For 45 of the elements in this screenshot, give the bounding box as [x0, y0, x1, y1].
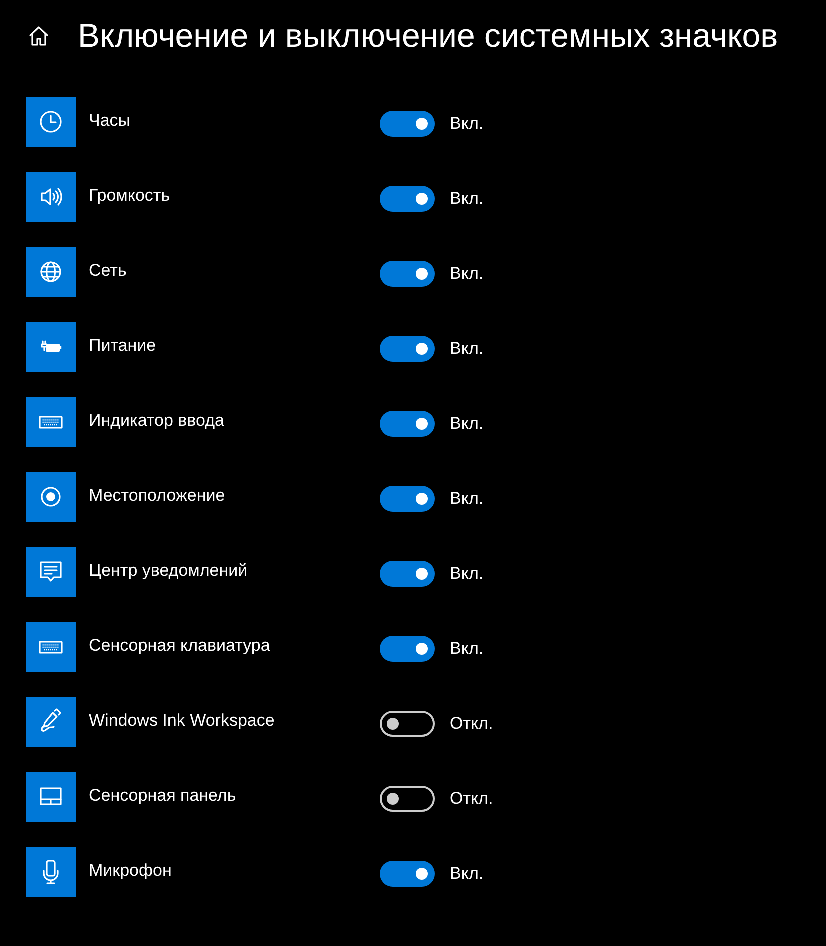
setting-label: Часы — [88, 111, 132, 131]
setting-label: Сенсорная клавиатура — [88, 636, 272, 656]
toggle-state-label: Вкл. — [450, 639, 485, 659]
toggle-state-label: Вкл. — [450, 414, 485, 434]
setting-label: Питание — [88, 336, 158, 356]
toggle-switch[interactable] — [380, 260, 435, 286]
toggle-switch[interactable] — [380, 486, 435, 512]
setting-label: Сенсорная панель — [88, 786, 238, 806]
toggle-state-label: Вкл. — [450, 189, 485, 209]
toggle-state-label: Вкл. — [450, 339, 485, 359]
toggle-state-label: Вкл. — [450, 864, 485, 884]
setting-label: Windows Ink Workspace — [88, 711, 276, 731]
home-icon[interactable] — [28, 25, 50, 47]
toggle-state-label: Вкл. — [450, 114, 485, 134]
toggle-state-label: Вкл. — [450, 489, 485, 509]
toggle-switch[interactable] — [380, 410, 435, 436]
toggle-state-label: Вкл. — [450, 264, 485, 284]
toggle-switch[interactable] — [380, 710, 435, 736]
setting-label: Микрофон — [88, 861, 173, 881]
keyboard-icon — [26, 397, 76, 447]
toggle-state-label: Вкл. — [450, 564, 485, 584]
toggle-switch[interactable] — [380, 336, 435, 362]
clock-icon — [26, 97, 76, 147]
battery-icon — [26, 322, 76, 372]
speaker-icon — [26, 172, 76, 222]
toggle-state-label: Откл. — [450, 714, 494, 734]
touchpad-icon — [26, 772, 76, 822]
toggle-switch[interactable] — [380, 186, 435, 212]
keyboard-icon — [26, 622, 76, 672]
speech-bubble-icon — [26, 547, 76, 597]
setting-label: Центр уведомлений — [88, 561, 249, 581]
toggle-switch[interactable] — [380, 110, 435, 136]
setting-label: Громкость — [88, 186, 172, 206]
toggle-state-label: Откл. — [450, 789, 494, 809]
pen-icon — [26, 697, 76, 747]
microphone-icon — [26, 847, 76, 897]
setting-label: Сеть — [88, 261, 128, 281]
setting-label: Местоположение — [88, 486, 226, 506]
toggle-switch[interactable] — [380, 636, 435, 662]
toggle-switch[interactable] — [380, 860, 435, 886]
globe-icon — [26, 247, 76, 297]
toggle-switch[interactable] — [380, 560, 435, 586]
toggle-switch[interactable] — [380, 786, 435, 812]
page-title: Включение и выключение системных значков — [78, 17, 778, 55]
setting-label: Индикатор ввода — [88, 411, 226, 431]
